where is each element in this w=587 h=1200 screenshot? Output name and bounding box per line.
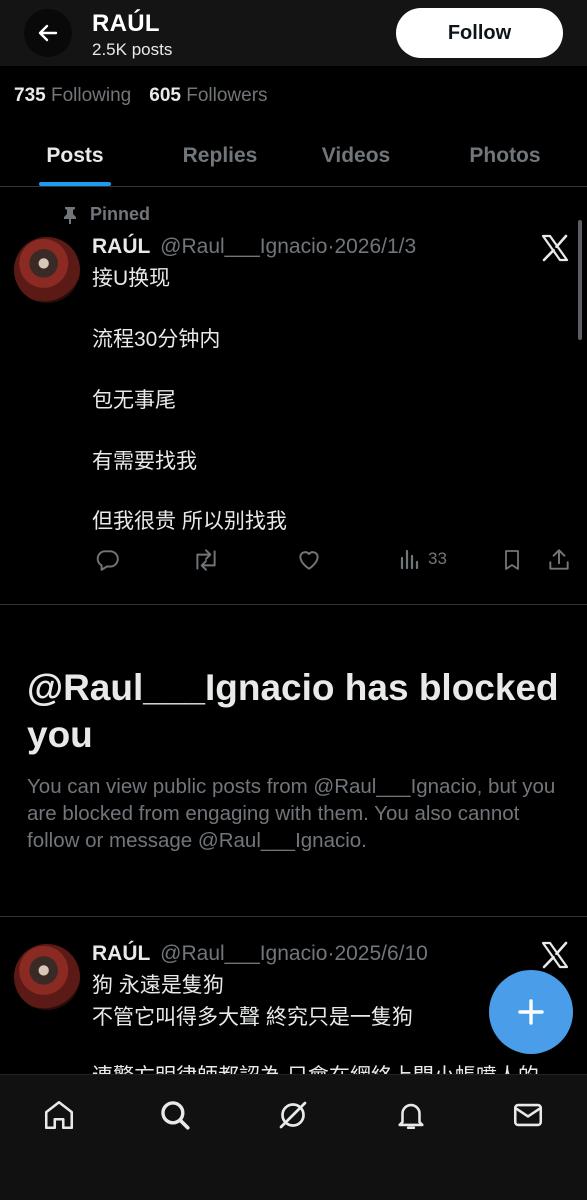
search-icon	[161, 1101, 190, 1130]
arrow-left-icon	[38, 24, 58, 42]
nav-grok[interactable]	[271, 1093, 315, 1137]
tab-replies[interactable]: Replies	[145, 126, 295, 186]
share-button[interactable]	[546, 547, 572, 573]
nav-home[interactable]	[37, 1093, 81, 1137]
post-text-line: 流程30分钟内	[92, 328, 221, 351]
pinned-indicator: Pinned	[62, 204, 150, 225]
following-count: 735	[14, 85, 46, 106]
following-link[interactable]: 735 Following	[14, 85, 131, 106]
followers-count: 605	[149, 85, 181, 106]
followers-label: Followers	[186, 85, 268, 106]
post-text-line: 包无事尾	[92, 389, 176, 412]
followers-link[interactable]: 605 Followers	[149, 85, 267, 106]
nav-search[interactable]	[153, 1093, 197, 1137]
tab-posts[interactable]: Posts	[0, 126, 150, 186]
reply-icon	[96, 550, 119, 571]
post-date[interactable]: 2026/1/3	[334, 235, 416, 258]
post-text-line: 有需要找我	[92, 450, 197, 473]
pin-icon	[64, 206, 76, 224]
compose-button[interactable]	[489, 970, 573, 1054]
profile-tabs: Posts Replies Videos Photos	[0, 126, 587, 187]
post-text-line: 但我很贵 所以别找我	[92, 510, 287, 533]
grok-icon	[279, 1101, 307, 1129]
heart-icon	[299, 551, 319, 570]
profile-title-block: RAÚL 2.5K posts	[92, 10, 172, 60]
reply-button[interactable]	[94, 547, 120, 573]
following-label: Following	[50, 85, 132, 106]
follow-counts: 735 Following 605 Followers	[14, 85, 268, 107]
blocked-description: You can view public posts from @Raul___I…	[27, 775, 556, 852]
post-date[interactable]: 2025/6/10	[334, 942, 427, 965]
mail-icon	[513, 1103, 543, 1127]
author-handle[interactable]: @Raul___Ignacio	[160, 235, 327, 258]
post-header: RAÚL @Raul___Ignacio·2025/6/10	[92, 942, 428, 966]
nav-notifications[interactable]	[389, 1093, 433, 1137]
post-text-line: 接U换现	[92, 267, 171, 290]
repost-button[interactable]	[192, 547, 220, 573]
nav-messages[interactable]	[506, 1093, 550, 1137]
post-text-line: 狗 永遠是隻狗	[92, 974, 224, 997]
bookmark-button[interactable]	[500, 547, 524, 573]
follow-button[interactable]: Follow	[396, 8, 563, 58]
author-name[interactable]: RAÚL	[92, 942, 150, 965]
repost-icon	[196, 549, 216, 571]
bookmark-icon	[505, 550, 519, 570]
blocked-title: @Raul___Ignacio has blocked you	[27, 667, 559, 755]
post-divider	[0, 604, 587, 605]
back-button[interactable]	[24, 9, 72, 57]
author-name[interactable]: RAÚL	[92, 235, 150, 258]
active-tab-indicator	[39, 182, 111, 186]
views-button[interactable]: 33	[398, 547, 447, 571]
plus-icon	[518, 999, 544, 1025]
avatar[interactable]	[14, 944, 80, 1010]
avatar[interactable]	[14, 237, 80, 303]
post-text-line: 不管它叫得多大聲 終究只是一隻狗	[92, 1006, 413, 1029]
analytics-icon	[400, 549, 419, 570]
x-logo-icon[interactable]	[539, 232, 571, 264]
tab-photos[interactable]: Photos	[430, 126, 580, 186]
bell-icon	[398, 1103, 424, 1130]
x-logo-icon[interactable]	[539, 939, 571, 971]
tab-videos[interactable]: Videos	[281, 126, 431, 186]
section-divider	[0, 916, 587, 917]
author-handle[interactable]: @Raul___Ignacio	[160, 942, 327, 965]
like-button[interactable]	[296, 547, 322, 573]
scrollbar[interactable]	[578, 220, 582, 340]
post-actions: 33	[92, 547, 574, 579]
post-header: RAÚL @Raul___Ignacio·2026/1/3	[92, 235, 416, 259]
profile-header: RAÚL 2.5K posts Follow	[0, 0, 587, 66]
share-icon	[549, 549, 569, 570]
profile-name: RAÚL	[92, 10, 160, 37]
home-icon	[44, 1100, 74, 1130]
pinned-label: Pinned	[90, 204, 151, 224]
post-count: 2.5K posts	[92, 40, 173, 59]
view-count: 33	[428, 549, 447, 568]
bottom-navigation	[0, 1074, 587, 1200]
